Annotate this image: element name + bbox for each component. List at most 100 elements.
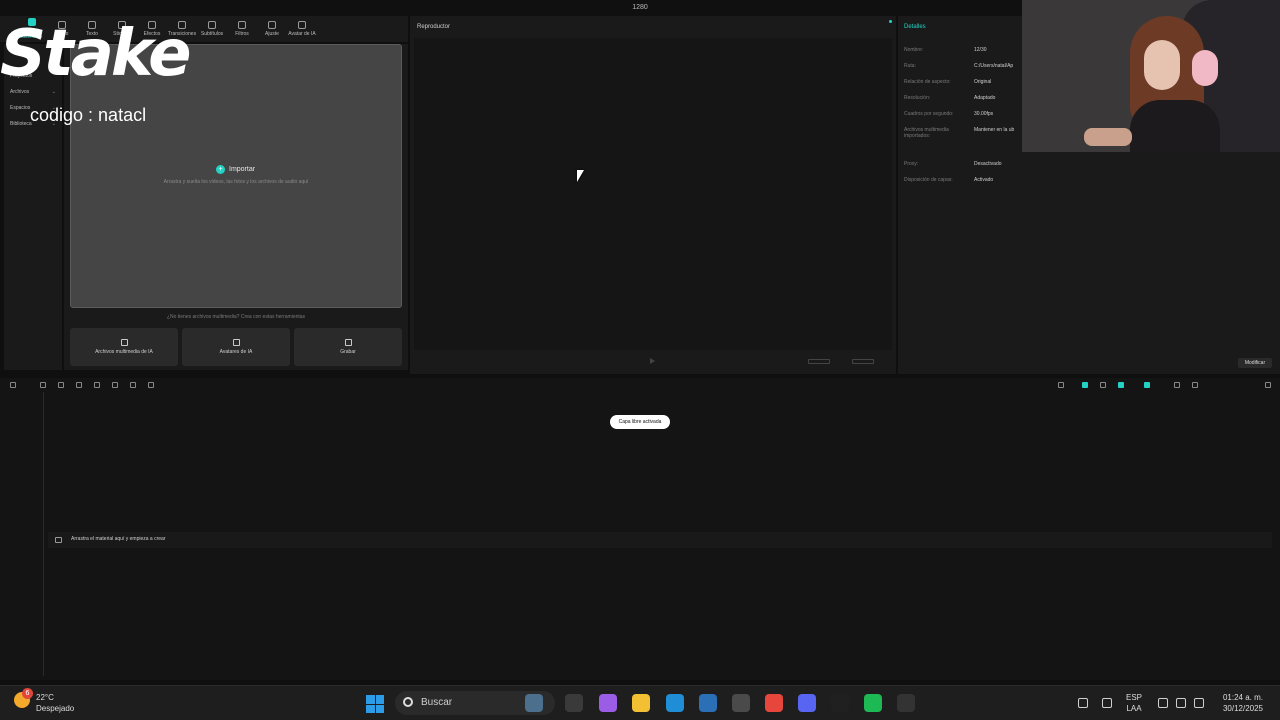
split-right-icon[interactable]: [112, 382, 118, 388]
select-tool-icon[interactable]: [10, 382, 16, 388]
import-button[interactable]: + Importar: [216, 165, 255, 174]
avatar-icon: [298, 21, 306, 29]
taskbar: 6 22°C Despejado Buscar ESP LAA 01:24 a. m…: [0, 685, 1280, 720]
link-icon[interactable]: [1082, 382, 1088, 388]
detail-value: Activado: [974, 177, 994, 183]
nav-label: Espacios: [10, 105, 31, 111]
import-label: Importar: [229, 166, 256, 173]
magnet-icon[interactable]: [1144, 382, 1150, 388]
plus-icon: +: [216, 165, 225, 174]
tab-filters[interactable]: Filtros: [228, 21, 256, 37]
zoom-fit-icon[interactable]: [1265, 382, 1271, 388]
ratio-button[interactable]: [808, 359, 830, 364]
detail-key: Cuadros por segundo:: [904, 111, 954, 117]
folder-icon[interactable]: [632, 694, 650, 712]
film-icon: [55, 537, 62, 543]
redo-icon[interactable]: [58, 382, 64, 388]
timeline-toolbar: [0, 378, 1280, 392]
free-layer-badge: Capa libre activada: [610, 415, 670, 429]
details-title: Detalles: [904, 24, 926, 30]
language-indicator[interactable]: ESP LAA: [1126, 692, 1142, 714]
store-icon[interactable]: [699, 694, 717, 712]
widget-icon[interactable]: [525, 694, 543, 712]
player-canvas[interactable]: [414, 38, 892, 350]
create-label: Archivos multimedia de IA: [95, 349, 153, 355]
weather-widget[interactable]: 6 22°C Despejado: [14, 688, 75, 714]
ai-media-icon: [120, 339, 128, 346]
volume-icon[interactable]: [1176, 698, 1186, 708]
tab-adjust[interactable]: Ajuste: [258, 21, 286, 37]
create-label: Grabar: [340, 349, 356, 355]
discord-icon[interactable]: [798, 694, 816, 712]
chevron-up-icon[interactable]: [1078, 698, 1088, 708]
obs-icon[interactable]: [831, 694, 849, 712]
player-title: Reproductor: [417, 24, 451, 30]
detail-key: Ruta:: [904, 63, 916, 69]
timeline[interactable]: Capa libre activada Arrastra el material…: [0, 392, 1280, 680]
marker-icon[interactable]: [148, 382, 154, 388]
network-icon[interactable]: [1158, 698, 1168, 708]
zoom-out-icon[interactable]: [1192, 382, 1198, 388]
detail-key: Proxy:: [904, 161, 919, 167]
player-controls: [410, 358, 896, 368]
player-panel: Reproductor: [410, 16, 896, 374]
modify-button[interactable]: Modificar: [1238, 358, 1272, 368]
detail-key: Relación de aspecto:: [904, 79, 951, 85]
undo-icon[interactable]: [40, 382, 46, 388]
language-code: ESP: [1126, 693, 1143, 702]
preview-axis-icon[interactable]: [1100, 382, 1106, 388]
spotify-icon[interactable]: [864, 694, 882, 712]
notification-badge: 6: [22, 688, 33, 699]
promo-code: codigo : natacl: [30, 105, 147, 125]
tab-label: Filtros: [235, 31, 249, 37]
split-icon[interactable]: [76, 382, 82, 388]
copilot-icon[interactable]: [599, 694, 617, 712]
zoom-button[interactable]: [852, 359, 874, 364]
timeline-divider: [43, 392, 44, 676]
clock[interactable]: 01:24 a. m. 30/12/2025: [1213, 692, 1263, 714]
webcam-overlay: [1022, 0, 1280, 152]
search-icon: [403, 697, 413, 707]
drop-hint: Arrastra el material aquí y empieza a cr…: [71, 536, 166, 542]
status-dot: [889, 20, 892, 23]
record-button[interactable]: Grabar: [294, 328, 402, 366]
detail-key: Nombre:: [904, 47, 924, 53]
start-button[interactable]: [366, 695, 384, 713]
clock-date: 30/12/2025: [1222, 704, 1263, 713]
detail-key: Resolución:: [904, 95, 931, 101]
edge-icon[interactable]: [666, 694, 684, 712]
screen: { "window": { "title": "1280" }, "toolba…: [0, 0, 1280, 720]
delete-icon[interactable]: [130, 382, 136, 388]
split-left-icon[interactable]: [94, 382, 100, 388]
search-placeholder: Buscar: [421, 697, 453, 708]
ai-avatars-button[interactable]: Avatares de IA: [182, 328, 290, 366]
play-icon[interactable]: [650, 358, 655, 364]
main-track[interactable]: Arrastra el material aquí y empieza a cr…: [48, 532, 1272, 548]
battery-icon[interactable]: [1194, 698, 1204, 708]
caption-icon[interactable]: [1174, 382, 1180, 388]
app-icon[interactable]: [732, 694, 750, 712]
microphone-icon[interactable]: [1058, 382, 1064, 388]
nav-label: Biblioteca: [10, 121, 32, 127]
create-label: Avatares de IA: [219, 349, 253, 355]
no-files-text: ¿No tienes archivos multimedia? Crea con…: [166, 314, 306, 320]
stake-logo: Stake: [0, 17, 192, 91]
ai-media-button[interactable]: Archivos multimedia de IA: [70, 328, 178, 366]
tab-ai-avatar[interactable]: Avatar de IA: [288, 21, 316, 37]
mouse-cursor-icon: [577, 170, 584, 182]
weather-text: Despejado: [36, 704, 75, 713]
camera-icon: [344, 339, 352, 346]
capcut-icon[interactable]: [897, 694, 915, 712]
microphone-icon[interactable]: [1102, 698, 1112, 708]
chrome-icon[interactable]: [765, 694, 783, 712]
avatar-icon: [232, 339, 240, 346]
weather-sun-icon: 6: [14, 688, 33, 708]
file-explorer-icon[interactable]: [565, 694, 583, 712]
filter-icon: [238, 21, 246, 29]
snap-icon[interactable]: [1118, 382, 1124, 388]
tab-label: Ajuste: [265, 31, 279, 37]
detail-key: Disposición de capas:: [904, 177, 953, 183]
temperature: 22°C: [36, 693, 54, 702]
tab-label: Avatar de IA: [288, 31, 316, 37]
detail-value: Desactivado: [974, 161, 1002, 167]
